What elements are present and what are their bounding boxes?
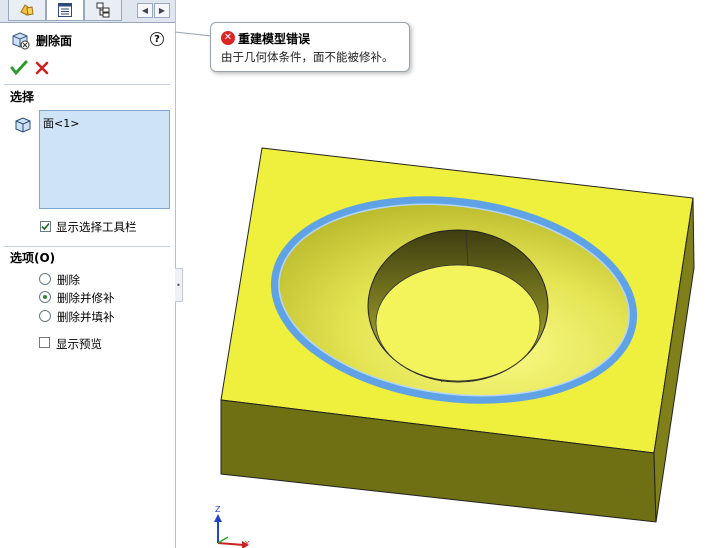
scroll-right-button[interactable]: ▶: [154, 3, 170, 18]
show-preview-label: 显示预览: [56, 337, 102, 351]
selection-list-box[interactable]: 面<1>: [39, 110, 170, 209]
triad-z-label: Z: [215, 505, 221, 514]
tab-configuration-manager[interactable]: [84, 0, 122, 21]
panel-title: 删除面: [36, 33, 73, 48]
tooltip-pointer: [174, 31, 212, 42]
checkmark-icon: [41, 222, 50, 231]
show-toolbar-label: 显示选择工具栏: [56, 220, 137, 234]
graphics-viewport[interactable]: Z Y: [184, 0, 719, 548]
radio-delete-label: 删除: [57, 273, 80, 287]
property-manager-panel: ◀ ▶ 删除面 ? 选择 面<1> 显示选择工具栏 选项(O) 删除 删除并修补: [0, 0, 176, 548]
radio-delete-and-fill[interactable]: [39, 310, 51, 322]
scroll-left-button[interactable]: ◀: [137, 3, 153, 18]
help-icon[interactable]: ?: [150, 32, 164, 46]
radio-delete[interactable]: [39, 273, 51, 285]
selection-heading: 选择: [10, 90, 35, 104]
error-x-icon: ✕: [221, 31, 235, 45]
divider: [4, 246, 170, 247]
tooltip-title: 重建模型错误: [238, 32, 311, 46]
inner-hole-floor[interactable]: [375, 264, 541, 382]
ok-checkmark-icon[interactable]: [10, 60, 28, 76]
panel-header: 删除面: [10, 30, 170, 50]
radio-delete-and-fill-label: 删除并填补: [57, 310, 115, 324]
reference-triad: Z Y: [214, 505, 250, 548]
configuration-manager-icon: [96, 2, 110, 18]
manager-tabs: ◀ ▶: [0, 0, 175, 23]
tab-property-manager[interactable]: [46, 0, 84, 21]
cancel-x-icon[interactable]: [34, 60, 50, 76]
radio-delete-and-patch[interactable]: [39, 291, 51, 303]
divider: [4, 84, 170, 85]
show-toolbar-checkbox[interactable]: [40, 221, 51, 232]
tooltip-message: 由于几何体条件，面不能被修补。: [221, 50, 394, 64]
face-selection-icon: [15, 117, 31, 133]
tab-feature-manager[interactable]: [8, 0, 46, 21]
delete-face-icon: [12, 32, 30, 50]
feature-manager-icon: [20, 4, 34, 16]
options-heading: 选项(O): [10, 251, 56, 265]
rebuild-error-tooltip: ✕ 重建模型错误 由于几何体条件，面不能被修补。: [210, 22, 410, 72]
property-manager-icon: [58, 3, 72, 17]
panel-splitter-handle[interactable]: •: [175, 268, 183, 302]
show-preview-checkbox[interactable]: [39, 337, 50, 348]
radio-delete-and-patch-label: 删除并修补: [57, 291, 115, 305]
selected-face-item[interactable]: 面<1>: [43, 115, 79, 131]
triad-y-label: Y: [244, 540, 250, 548]
